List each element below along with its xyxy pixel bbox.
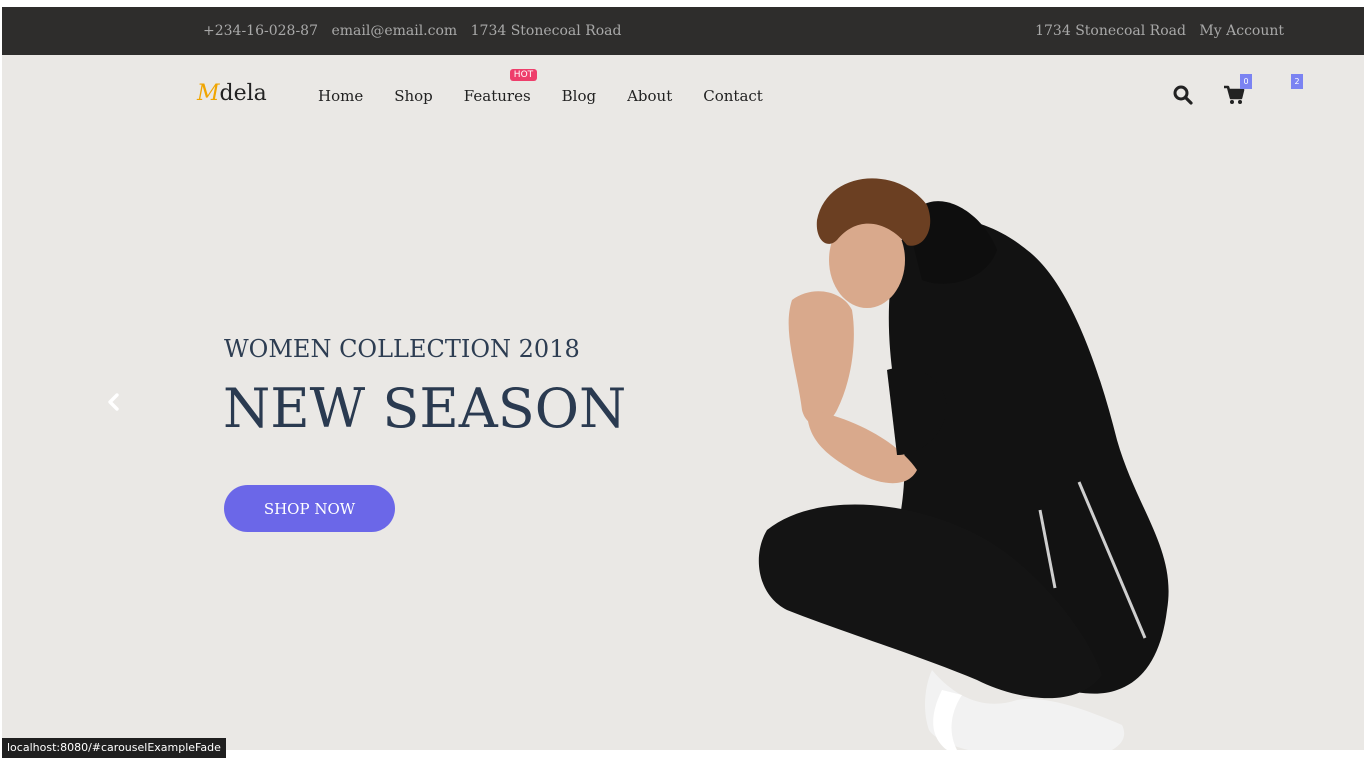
- nav-blog[interactable]: Blog: [562, 87, 596, 105]
- email-text: email@email.com: [331, 23, 458, 39]
- main-nav: Home Shop Features HOT Blog About Contac…: [318, 69, 794, 105]
- nav-contact[interactable]: Contact: [703, 87, 763, 105]
- hot-badge: HOT: [509, 69, 538, 81]
- slide-headline: NEW SEASON: [223, 377, 627, 440]
- shop-now-button[interactable]: SHOP NOW: [224, 485, 395, 532]
- address-text: 1734 Stonecoal Road: [470, 23, 622, 39]
- hero-carousel: Mdela Home Shop Features HOT Blog About …: [2, 55, 1364, 750]
- search-icon[interactable]: [1172, 84, 1194, 106]
- page: +234-16-028-87 email@email.com 1734 Ston…: [0, 0, 1366, 768]
- nav-about[interactable]: About: [627, 87, 672, 105]
- nav-features[interactable]: Features HOT: [463, 69, 538, 105]
- logo-text: dela: [219, 81, 267, 106]
- chevron-left-icon[interactable]: [102, 390, 126, 414]
- top-bar: +234-16-028-87 email@email.com 1734 Ston…: [2, 7, 1364, 55]
- logo-initial: M: [197, 81, 220, 106]
- logo[interactable]: Mdela: [197, 81, 267, 106]
- slide-eyebrow: WOMEN COLLECTION 2018: [224, 335, 580, 363]
- top-bar-contact: +234-16-028-87 email@email.com 1734 Ston…: [203, 23, 631, 39]
- nav-home[interactable]: Home: [318, 87, 363, 105]
- hero-model-image: [758, 178, 1169, 750]
- top-bar-links: 1734 Stonecoal Road My Account: [1026, 23, 1284, 39]
- nav-features-label: Features: [463, 87, 531, 105]
- address-text-right: 1734 Stonecoal Road: [1035, 23, 1186, 39]
- my-account-link[interactable]: My Account: [1199, 23, 1284, 39]
- phone-text: +234-16-028-87: [203, 23, 318, 39]
- wishlist-count-badge[interactable]: 2: [1291, 74, 1303, 89]
- nav-shop[interactable]: Shop: [394, 87, 433, 105]
- status-bar-url: localhost:8080/#carouselExampleFade: [2, 738, 226, 758]
- cart-count-badge: 0: [1240, 74, 1252, 89]
